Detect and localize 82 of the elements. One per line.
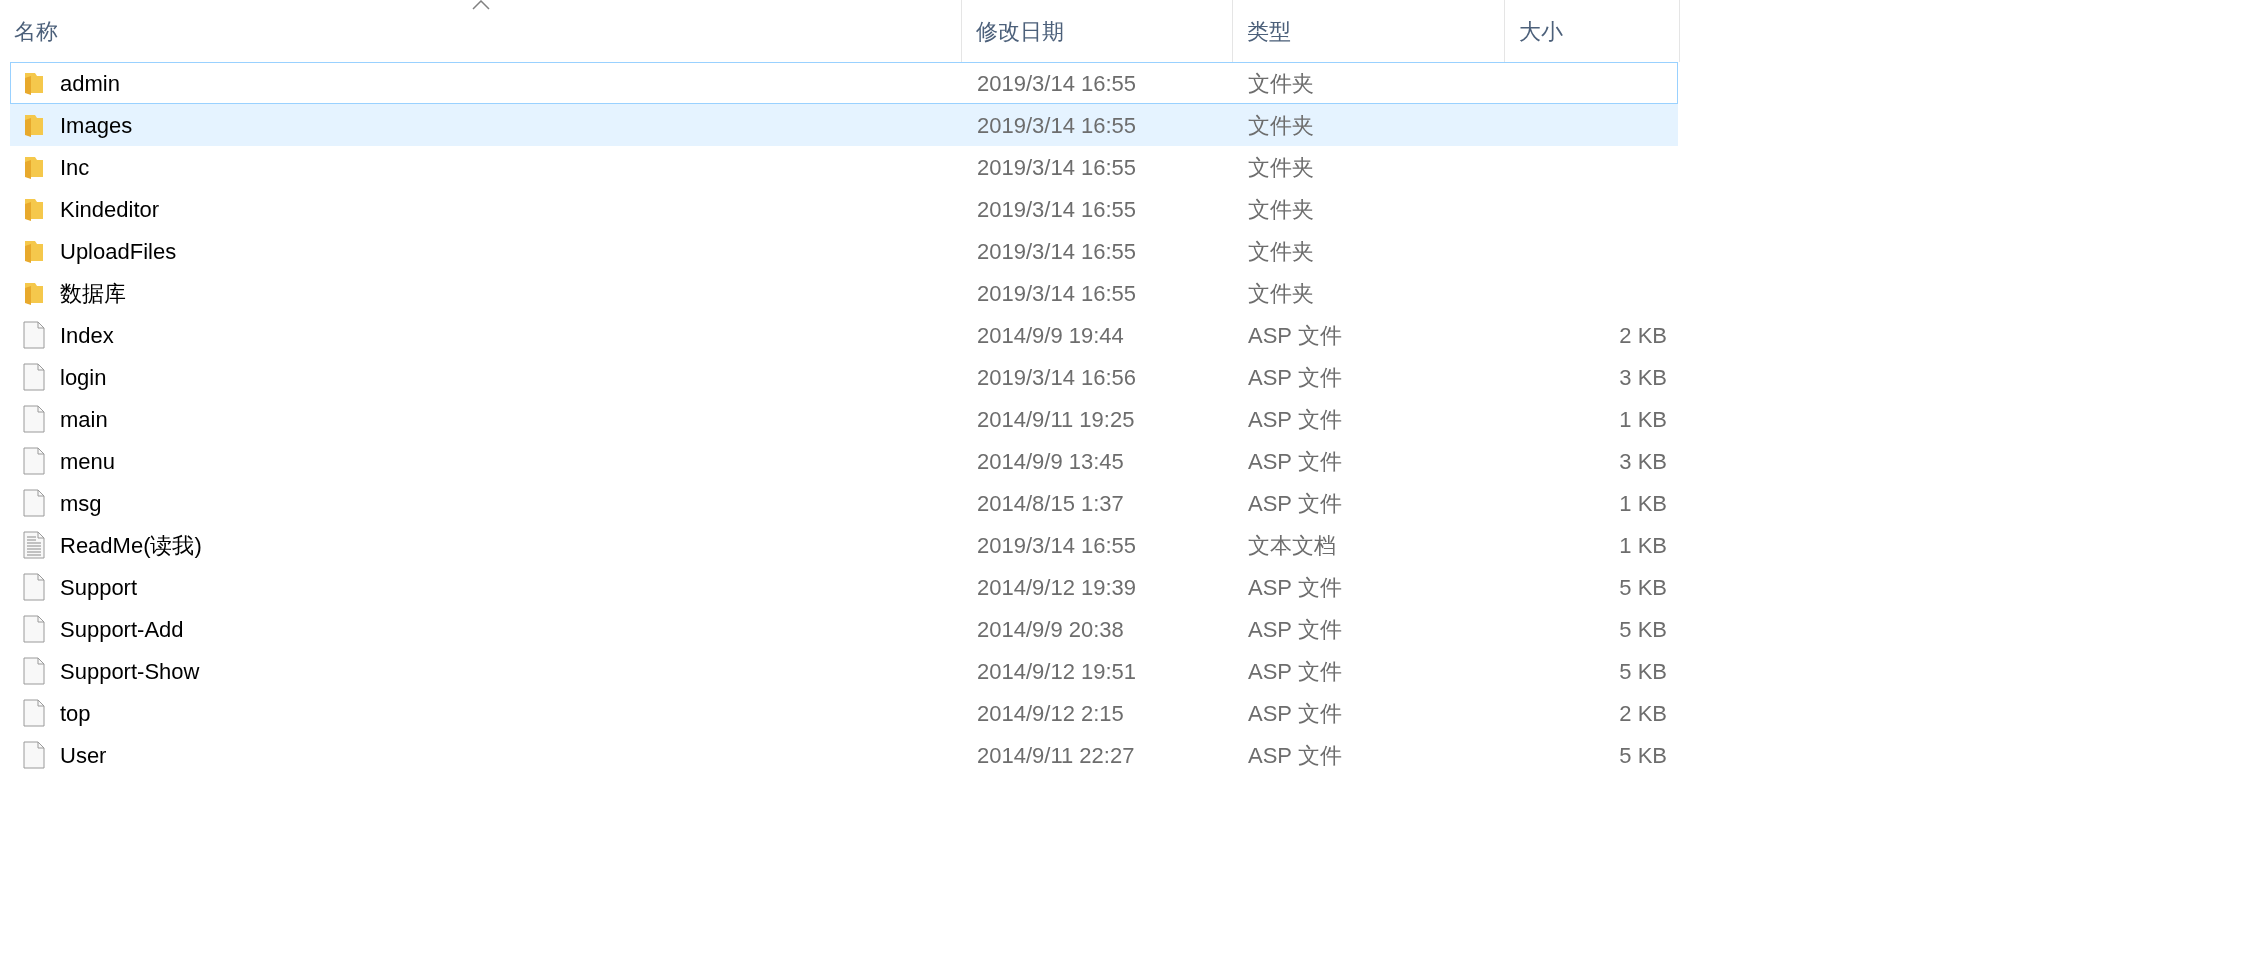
file-icon — [23, 405, 45, 433]
file-type: ASP 文件 — [1248, 742, 1342, 768]
file-name: top — [60, 699, 91, 728]
folder-icon — [23, 154, 45, 180]
modified-date: 2014/9/11 19:25 — [977, 406, 1135, 432]
modified-date: 2019/3/14 16:55 — [977, 196, 1137, 222]
file-name: menu — [60, 447, 116, 476]
file-name: 数据库 — [60, 279, 126, 308]
file-size: 5 KB — [1619, 573, 1667, 602]
file-type: 文本文档 — [1248, 532, 1336, 558]
file-size: 5 KB — [1619, 657, 1667, 686]
file-name: Support-Show — [60, 657, 200, 686]
file-name: Images — [60, 111, 133, 140]
file-size: 2 KB — [1619, 321, 1667, 350]
file-type: ASP 文件 — [1248, 658, 1342, 684]
modified-date: 2014/9/12 2:15 — [977, 700, 1124, 726]
file-row[interactable]: admin 2019/3/14 16:55 文件夹 — [10, 62, 1678, 104]
file-name: Support-Add — [60, 615, 184, 644]
file-icon — [23, 615, 45, 643]
file-size: 1 KB — [1619, 531, 1667, 560]
folder-icon — [23, 280, 45, 306]
folder-icon — [23, 238, 45, 264]
modified-date: 2019/3/14 16:55 — [977, 280, 1137, 306]
file-type: ASP 文件 — [1248, 322, 1342, 348]
file-type: 文件夹 — [1248, 70, 1314, 96]
modified-date: 2019/3/14 16:55 — [977, 112, 1137, 138]
sort-up-icon — [471, 0, 490, 10]
file-type: 文件夹 — [1248, 196, 1314, 222]
file-name: Kindeditor — [60, 195, 160, 224]
file-name: main — [60, 405, 108, 434]
file-icon — [23, 447, 45, 475]
modified-date: 2014/9/11 22:27 — [977, 742, 1135, 768]
modified-date: 2014/9/9 19:44 — [977, 322, 1124, 348]
modified-date: 2014/9/12 19:51 — [977, 658, 1137, 684]
file-type: ASP 文件 — [1248, 406, 1342, 432]
text-file-icon — [23, 531, 45, 559]
file-type: 文件夹 — [1248, 238, 1314, 264]
file-icon — [23, 321, 45, 349]
modified-date: 2014/9/9 20:38 — [977, 616, 1124, 642]
file-name: Inc — [60, 153, 90, 182]
file-size: 3 KB — [1619, 363, 1667, 392]
folder-icon — [23, 70, 45, 96]
file-name: UploadFiles — [60, 237, 177, 266]
file-icon — [23, 363, 45, 391]
file-type: ASP 文件 — [1248, 700, 1342, 726]
modified-date: 2019/3/14 16:55 — [977, 70, 1137, 96]
modified-date: 2014/9/12 19:39 — [977, 574, 1137, 600]
file-name: msg — [60, 489, 102, 518]
file-type: 文件夹 — [1248, 280, 1314, 306]
file-type: 文件夹 — [1248, 112, 1314, 138]
file-name: User — [60, 741, 107, 770]
file-type: ASP 文件 — [1248, 448, 1342, 474]
file-icon — [23, 489, 45, 517]
file-name: Index — [60, 321, 114, 350]
folder-icon — [23, 196, 45, 222]
file-type: 文件夹 — [1248, 154, 1314, 180]
modified-date: 2019/3/14 16:55 — [977, 532, 1137, 558]
file-size: 1 KB — [1619, 405, 1667, 434]
file-type: ASP 文件 — [1248, 490, 1342, 516]
file-type: ASP 文件 — [1248, 616, 1342, 642]
file-size: 3 KB — [1619, 447, 1667, 476]
file-type: ASP 文件 — [1248, 574, 1342, 600]
file-name: Support — [60, 573, 138, 602]
modified-date: 2019/3/14 16:56 — [977, 364, 1137, 390]
file-name: ReadMe(读我) — [60, 531, 202, 560]
modified-date: 2019/3/14 16:55 — [977, 238, 1137, 264]
file-icon — [23, 657, 45, 685]
file-size: 2 KB — [1619, 699, 1667, 728]
file-name: admin — [60, 69, 120, 98]
file-size: 1 KB — [1619, 489, 1667, 518]
file-icon — [23, 741, 45, 769]
file-name: login — [60, 363, 107, 392]
modified-date: 2014/9/9 13:45 — [977, 448, 1124, 474]
file-type: ASP 文件 — [1248, 364, 1342, 390]
file-icon — [23, 699, 45, 727]
modified-date: 2019/3/14 16:55 — [977, 154, 1137, 180]
file-icon — [23, 573, 45, 601]
modified-date: 2014/8/15 1:37 — [977, 490, 1124, 516]
folder-icon — [23, 112, 45, 138]
file-row[interactable]: Images 2019/3/14 16:55 文件夹 — [10, 104, 1678, 146]
file-size: 5 KB — [1619, 615, 1667, 644]
file-size: 5 KB — [1619, 741, 1667, 770]
